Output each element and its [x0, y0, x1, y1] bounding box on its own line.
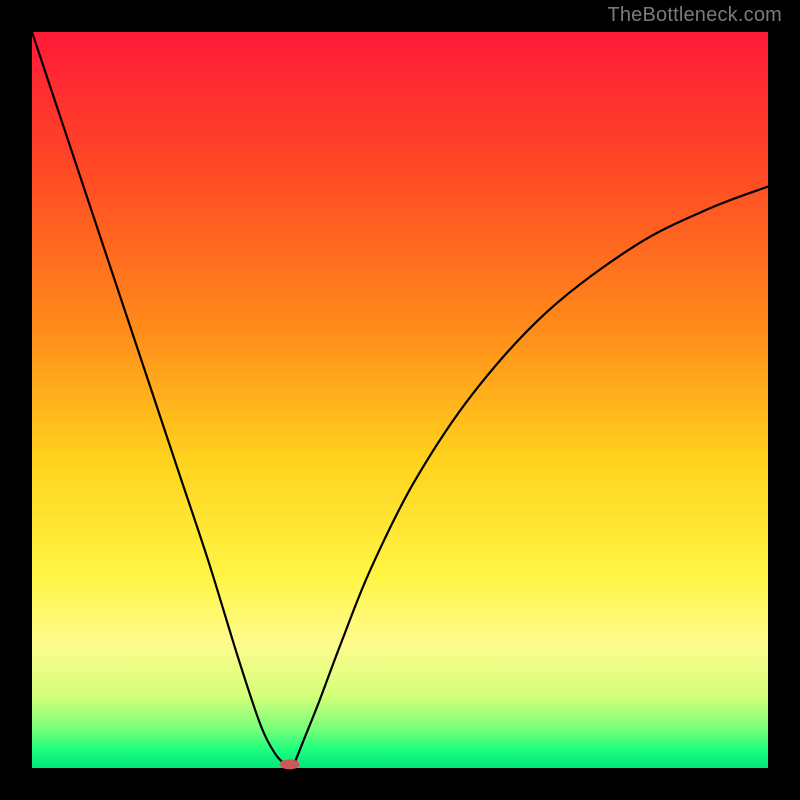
minimum-marker	[280, 759, 300, 769]
chart-frame: TheBottleneck.com	[0, 0, 800, 800]
plot-background	[32, 32, 768, 768]
watermark-text: TheBottleneck.com	[607, 4, 782, 27]
bottleneck-chart	[0, 0, 800, 800]
